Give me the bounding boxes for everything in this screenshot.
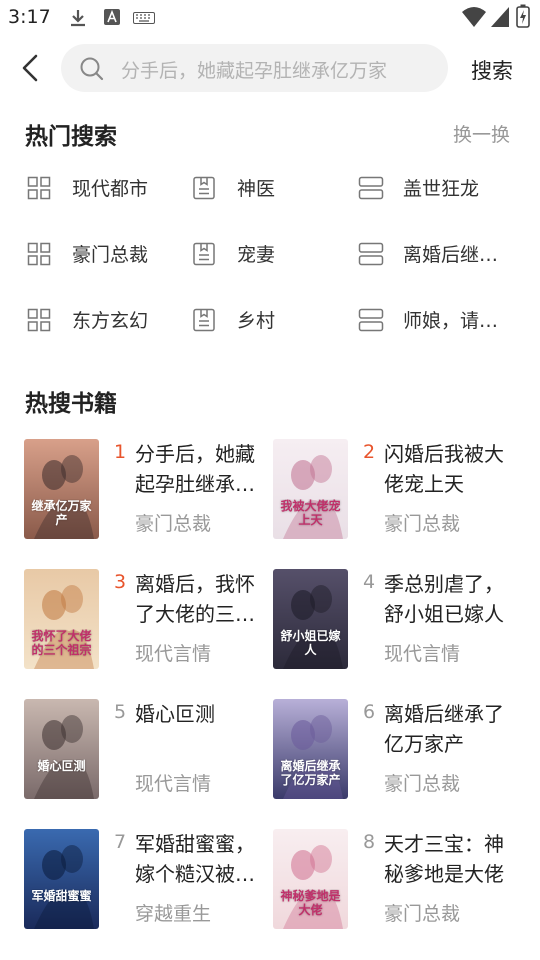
hot-search-item[interactable]: 现代都市 [27, 170, 187, 206]
status-bar: 3:17 [0, 0, 540, 36]
signal-icon [491, 7, 509, 27]
book-title[interactable]: 闪婚后我被大佬宠上天 [384, 439, 516, 499]
search-icon [80, 57, 104, 81]
book-rank: 2 [363, 441, 376, 463]
book-cover[interactable]: 舒小姐已嫁人 [273, 569, 348, 669]
book-title[interactable]: 离婚后继承了亿万家产 [384, 699, 516, 759]
hot-search-label: 神医 [237, 178, 276, 200]
book-title[interactable]: 天才三宝：神秘爹地是大佬 [384, 829, 516, 889]
book-title[interactable]: 离婚后，我怀了大佬的三… [135, 569, 267, 629]
search-button[interactable]: 搜索 [471, 55, 513, 85]
cover-title: 我被大佬宠上天 [280, 499, 341, 527]
hot-search-item[interactable]: 乡村 [192, 302, 352, 338]
list-icon [358, 242, 384, 270]
book-cover[interactable]: 婚心叵测 [24, 699, 99, 799]
book-category: 豪门总裁 [384, 513, 461, 535]
grid-icon [27, 308, 51, 336]
book-icon [192, 242, 216, 270]
book-rank: 6 [363, 701, 376, 723]
book-rank: 5 [114, 701, 127, 723]
book-icon [192, 308, 216, 336]
list-icon [358, 176, 384, 204]
book-rank: 3 [114, 571, 127, 593]
keyboard-icon [133, 12, 155, 24]
back-arrow-icon[interactable] [14, 52, 46, 84]
hot-search-label: 宠妻 [237, 244, 276, 266]
book-title[interactable]: 军婚甜蜜蜜，嫁个糙汉被… [135, 829, 267, 889]
book-item[interactable]: 离婚后继承了亿万家产 6 离婚后继承了亿万家产豪门总裁 [273, 699, 523, 799]
book-item[interactable]: 舒小姐已嫁人 4 季总别虐了，舒小姐已嫁人现代言情 [273, 569, 523, 669]
wifi-icon [462, 7, 486, 27]
grid-icon [27, 176, 51, 204]
book-cover[interactable]: 继承亿万家产 [24, 439, 99, 539]
grid-icon [27, 242, 51, 270]
cover-title: 离婚后继承了亿万家产 [280, 759, 341, 787]
book-item[interactable]: 神秘爹地是大佬 8 天才三宝：神秘爹地是大佬豪门总裁 [273, 829, 523, 929]
hot-search-item[interactable]: 离婚后继… [358, 236, 518, 272]
hot-search-item[interactable]: 师娘，请… [358, 302, 518, 338]
hot-search-item[interactable]: 东方玄幻 [27, 302, 187, 338]
cover-title: 舒小姐已嫁人 [280, 629, 341, 657]
book-rank: 4 [363, 571, 376, 593]
book-category: 现代言情 [135, 643, 212, 665]
hot-search-item[interactable]: 宠妻 [192, 236, 352, 272]
hot-search-label: 现代都市 [72, 178, 149, 200]
cover-title: 神秘爹地是大佬 [280, 889, 341, 917]
book-rank: 1 [114, 441, 127, 463]
book-category: 现代言情 [135, 773, 212, 795]
search-input[interactable]: 分手后，她藏起孕肚继承亿万家 [61, 44, 448, 92]
book-cover[interactable]: 我被大佬宠上天 [273, 439, 348, 539]
book-item[interactable]: 婚心叵测 5 婚心叵测现代言情 [24, 699, 274, 799]
hot-search-item[interactable]: 盖世狂龙 [358, 170, 518, 206]
hot-search-label: 离婚后继… [403, 244, 499, 266]
book-item[interactable]: 我被大佬宠上天 2 闪婚后我被大佬宠上天豪门总裁 [273, 439, 523, 539]
book-title[interactable]: 季总别虐了，舒小姐已嫁人 [384, 569, 516, 629]
book-rank: 7 [114, 831, 127, 853]
hot-search-label: 盖世狂龙 [403, 178, 480, 200]
book-category: 豪门总裁 [384, 773, 461, 795]
search-placeholder: 分手后，她藏起孕肚继承亿万家 [121, 60, 388, 82]
book-category: 豪门总裁 [135, 513, 212, 535]
hot-search-item[interactable]: 豪门总裁 [27, 236, 187, 272]
cover-title: 我怀了大佬的三个祖宗 [31, 629, 92, 657]
book-item[interactable]: 我怀了大佬的三个祖宗 3 离婚后，我怀了大佬的三… 现代言情 [24, 569, 274, 669]
book-title[interactable]: 分手后，她藏起孕肚继承… [135, 439, 267, 499]
hot-books-title: 热搜书籍 [25, 391, 117, 417]
book-category: 穿越重生 [135, 903, 212, 925]
search-header: 分手后，她藏起孕肚继承亿万家 搜索 [0, 40, 540, 96]
list-icon [358, 308, 384, 336]
hot-search-item[interactable]: 神医 [192, 170, 352, 206]
book-cover[interactable]: 离婚后继承了亿万家产 [273, 699, 348, 799]
book-item[interactable]: 军婚甜蜜蜜 7 军婚甜蜜蜜，嫁个糙汉被… 穿越重生 [24, 829, 274, 929]
hot-search-title: 热门搜索 [25, 124, 117, 150]
hot-search-label: 东方玄幻 [72, 310, 149, 332]
book-category: 现代言情 [384, 643, 461, 665]
book-icon [192, 176, 216, 204]
status-time: 3:17 [8, 6, 51, 28]
battery-icon [516, 4, 530, 28]
hot-search-label: 师娘，请… [403, 310, 499, 332]
app-a-icon [104, 9, 120, 25]
book-title[interactable]: 婚心叵测 [135, 699, 267, 729]
hot-search-label: 乡村 [237, 310, 276, 332]
book-cover[interactable]: 我怀了大佬的三个祖宗 [24, 569, 99, 669]
refresh-button[interactable]: 换一换 [453, 120, 510, 147]
download-icon [71, 10, 85, 27]
book-cover[interactable]: 军婚甜蜜蜜 [24, 829, 99, 929]
hot-search-label: 豪门总裁 [72, 244, 149, 266]
book-rank: 8 [363, 831, 376, 853]
book-category: 豪门总裁 [384, 903, 461, 925]
book-item[interactable]: 继承亿万家产 1 分手后，她藏起孕肚继承… 豪门总裁 [24, 439, 274, 539]
cover-title: 继承亿万家产 [31, 499, 92, 527]
cover-title: 军婚甜蜜蜜 [31, 889, 92, 903]
book-cover[interactable]: 神秘爹地是大佬 [273, 829, 348, 929]
cover-title: 婚心叵测 [37, 759, 86, 773]
